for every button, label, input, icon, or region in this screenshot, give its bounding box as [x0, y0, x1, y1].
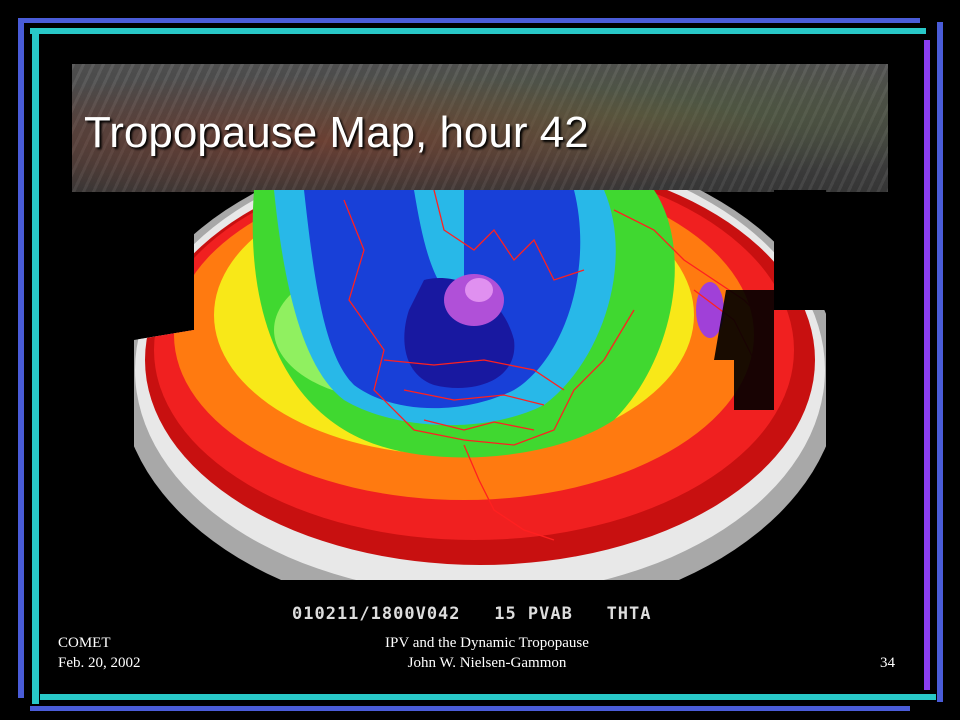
footer-org: COMET	[58, 635, 111, 651]
frame-right-bar-blue	[937, 22, 943, 702]
slide-page-number: 34	[880, 655, 895, 671]
frame-right-bar-purple	[924, 40, 930, 690]
footer-talk-title: IPV and the Dynamic Tropopause	[385, 635, 589, 651]
map-mask-right	[774, 190, 826, 310]
map-band-magenta	[465, 278, 493, 302]
footer-date: Feb. 20, 2002	[58, 655, 141, 671]
frame-bottom-bar-cyan	[40, 694, 936, 700]
footer-author: John W. Nielsen-Gammon	[407, 655, 567, 671]
footer-center: IPV and the Dynamic Tropopause John W. N…	[352, 633, 622, 673]
frame-left-bar-blue	[18, 18, 24, 698]
frame-bottom-bar-blue	[30, 706, 910, 711]
tropopause-map	[134, 190, 826, 580]
map-run-label: 010211/1800V042 15 PVAB THTA	[292, 604, 652, 624]
footer-left: COMET Feb. 20, 2002	[58, 633, 141, 673]
slide-title: Tropopause Map, hour 42	[84, 108, 589, 157]
frame-top-bar-blue	[18, 18, 920, 23]
frame-top-bar-cyan	[30, 28, 926, 34]
frame-left-bar-cyan	[32, 28, 39, 704]
